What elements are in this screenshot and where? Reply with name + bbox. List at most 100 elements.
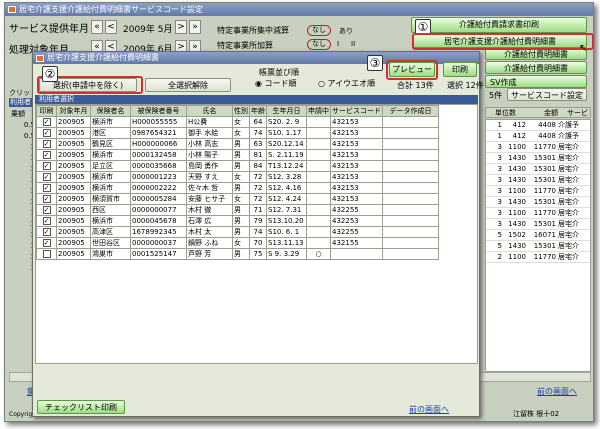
prev-screen-link[interactable]: 前の画面へ [409, 404, 449, 415]
nav-last-button[interactable]: » [189, 20, 201, 34]
total-cell: 15301 [533, 154, 556, 162]
claim-print-button[interactable]: 介護給付費請求書印刷 [411, 17, 587, 33]
amount-column-header: 金額 [544, 109, 558, 117]
user-row[interactable]: ✓ 200905 横浜市 H000055555 H公費女 64 S20. 2. 9 43215… [36, 116, 439, 128]
user-row[interactable]: ✓ 200905 港区 0987654321 御手 水絵女 74 S10. 1.17 4321… [36, 127, 439, 139]
print-checkbox[interactable]: ✓ [42, 228, 51, 236]
amount-cell: 1100 [508, 187, 526, 195]
print-checkbox-cell[interactable]: ✓ [36, 116, 57, 128]
nav-next-button[interactable]: > [175, 20, 187, 34]
right-row: 5 1430 15301 居宅介 [486, 241, 590, 252]
print-button[interactable]: 印刷 [443, 62, 477, 77]
service-code-button[interactable]: サービスコード設定 [507, 88, 587, 101]
user-row[interactable]: ✓ 200905 足立区 0000035668 島岡 勇作男 84 T13.12.24 432… [36, 160, 439, 172]
print-checkbox[interactable]: ✓ [42, 151, 51, 159]
selected-count: 選択 12件 [447, 81, 484, 90]
print-checkbox[interactable]: ✓ [42, 195, 51, 203]
sort-code-radio[interactable]: ◉ コード順 [255, 78, 297, 89]
cell-date [382, 237, 439, 249]
cell-age: 74 [249, 226, 267, 238]
cell-no: 0000001223 [130, 171, 187, 183]
unit-cell: 3 [497, 209, 502, 217]
print-checkbox-cell[interactable]: ✓ [36, 160, 57, 172]
cell-date [382, 182, 439, 194]
cell-age: 63 [249, 138, 267, 150]
print-checkbox[interactable]: ✓ [42, 217, 51, 225]
cell-code: 432255 [330, 226, 383, 238]
cell-app [306, 215, 331, 227]
cell-dob: S12. 4.16 [266, 182, 307, 194]
print-checkbox-cell[interactable]: ✓ [36, 127, 57, 139]
cell-sex: 男 [232, 138, 250, 150]
user-row[interactable]: ✓ 200905 鶴見区 H000000066 小林 高志男 63 S20.12.14 432… [36, 138, 439, 150]
user-row[interactable]: ✓ 200905 横浜市 0000002222 佐々木 哲男 72 S12. 4.16 432… [36, 182, 439, 194]
cell-sex: 女 [232, 193, 250, 205]
addition-i-option[interactable]: I [337, 40, 339, 48]
cell-ym: 200905 [56, 149, 91, 161]
user-row[interactable]: ✓ 200905 西区 0000000077 木村 徹男 71 S12. 7.31 43225… [36, 204, 439, 216]
addition-none-option[interactable]: なし [307, 39, 331, 50]
prev-screen-link-right[interactable]: 前の画面へ [537, 386, 577, 397]
addition-ii-option[interactable]: II [351, 40, 355, 48]
print-checkbox[interactable]: ✓ [42, 118, 51, 126]
print-checkbox[interactable]: ✓ [42, 129, 51, 137]
cell-app [306, 182, 331, 194]
right-row: 3 1430 15301 居宅介 [486, 153, 590, 164]
print-checkbox-cell[interactable]: ✓ [36, 193, 57, 205]
cell-sex: 女 [232, 237, 250, 249]
unit-cell: 5 [497, 231, 502, 239]
print-checkbox-cell[interactable]: ✓ [36, 226, 57, 238]
print-checkbox-cell[interactable]: ✓ [36, 171, 57, 183]
cell-name: 天野 すえ [186, 171, 233, 183]
sort-aiueo-radio[interactable]: ○ アイウエオ順 [318, 78, 375, 89]
print-checkbox-cell[interactable]: ✓ [36, 149, 57, 161]
cell-dob: S20. 2. 9 [266, 116, 307, 128]
deselect-all-button[interactable]: 全選択解除 [145, 78, 231, 92]
cell-ym: 200905 [56, 193, 91, 205]
service-cell: 居宅介 [558, 143, 579, 151]
user-row[interactable]: ✓ 200905 横須賀市 0000005284 安藤 ヒサ子女 72 S12. 4.24 4… [36, 193, 439, 205]
clip-label: クリッ [9, 89, 30, 97]
cell-no: 0001525147 [130, 248, 187, 260]
user-row[interactable]: ✓ 200905 世田谷区 0000000037 鍋野 ふね女 70 S13.11.13 43… [36, 237, 439, 249]
total-cell: 11770 [533, 209, 556, 217]
amount-cell: 1100 [508, 253, 526, 261]
service-cell: 居宅介 [558, 220, 579, 228]
cell-sex: 男 [232, 226, 250, 238]
reduction-none-option[interactable]: なし [307, 25, 331, 36]
print-checkbox-cell[interactable]: ✓ [36, 182, 57, 194]
cell-code: 432153 [330, 171, 383, 183]
csv-button[interactable]: SV作成 [485, 75, 587, 88]
print-checkbox[interactable]: ✓ [42, 239, 51, 247]
cell-sex: 男 [232, 204, 250, 216]
user-row[interactable]: 200905 鴻巣市 0001525147 芦野 芳男 75 S 9. 3.29 ○ [36, 248, 439, 260]
print-checkbox-cell[interactable] [36, 248, 57, 260]
cell-code: 432153 [330, 127, 383, 139]
user-row[interactable]: ✓ 200905 高津区 1678992345 木村 太男 74 S10. 6. 1 4322… [36, 226, 439, 238]
cell-no: 0000005284 [130, 193, 187, 205]
service-column-header: サービ [567, 109, 588, 117]
print-checkbox[interactable]: ✓ [42, 184, 51, 192]
print-checkbox[interactable]: ✓ [42, 162, 51, 170]
right-row: 2 1100 11770 居宅介 [486, 252, 590, 263]
print-checkbox-cell[interactable]: ✓ [36, 215, 57, 227]
reduction-yes-option[interactable]: あり [339, 26, 353, 36]
print-checkbox-cell[interactable]: ✓ [36, 204, 57, 216]
user-row[interactable]: ✓ 200905 横浜市 0000001223 天野 すえ女 72 S12. 3.28 432… [36, 171, 439, 183]
unit-cell: 3 [497, 154, 502, 162]
checklist-print-button[interactable]: チェックリスト印刷 [37, 400, 125, 414]
benefit-statement-button-2[interactable]: 介護給付費明細書 [485, 61, 587, 74]
user-row[interactable]: ✓ 200905 横浜市 0000132458 小林 陽子男 81 S. 2.11.19 43… [36, 149, 439, 161]
print-checkbox-cell[interactable]: ✓ [36, 138, 57, 150]
print-checkbox[interactable]: ✓ [42, 206, 51, 214]
cell-ins: 西区 [90, 204, 131, 216]
nav-prev-button[interactable]: < [105, 20, 117, 34]
cell-date [382, 171, 439, 183]
print-checkbox-cell[interactable]: ✓ [36, 237, 57, 249]
user-row[interactable]: ✓ 200905 横浜市 0000045678 石澤 広男 79 S13.10.20 4322… [36, 215, 439, 227]
print-checkbox[interactable]: ✓ [42, 140, 51, 148]
print-checkbox[interactable] [42, 250, 51, 258]
cell-ym: 200905 [56, 160, 91, 172]
nav-first-button[interactable]: « [91, 20, 103, 34]
print-checkbox[interactable]: ✓ [42, 173, 51, 181]
